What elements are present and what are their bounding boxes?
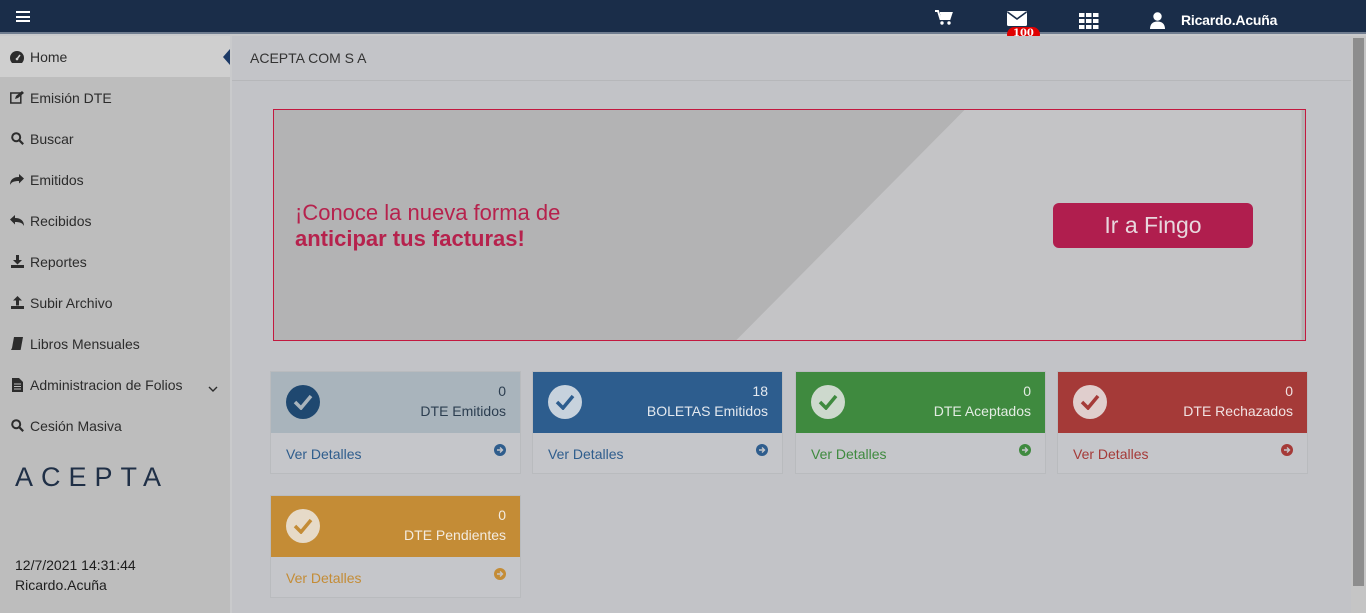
company-name: ACEPTA COM S A xyxy=(250,50,367,66)
card-footer[interactable]: Ver Detalles xyxy=(533,433,782,474)
top-navbar: 100 Ricardo.Acuña xyxy=(0,0,1366,42)
book-icon xyxy=(10,337,24,351)
sidebar-item-label: Buscar xyxy=(30,130,74,147)
card-footer[interactable]: Ver Detalles xyxy=(271,433,520,474)
search-icon xyxy=(10,419,24,433)
ver-detalles-link[interactable]: Ver Detalles xyxy=(1073,446,1148,462)
scrollbar-thumb[interactable] xyxy=(1353,38,1364,586)
sidebar-item-buscar[interactable]: Buscar xyxy=(0,118,230,159)
sidebar-item-label: Reportes xyxy=(30,253,87,270)
card-dte-aceptados: 0 DTE Aceptados Ver Detalles xyxy=(795,371,1046,474)
card-label: DTE Rechazados xyxy=(1183,403,1293,419)
file-icon xyxy=(10,377,24,392)
arrow-circle-right-icon[interactable] xyxy=(1281,444,1293,456)
user-icon[interactable] xyxy=(1150,12,1165,32)
sidebar-item-home[interactable]: Home xyxy=(0,36,230,77)
card-label: DTE Pendientes xyxy=(404,527,506,543)
card-header: 0 DTE Rechazados xyxy=(1058,372,1307,433)
sidebar-item-label: Subir Archivo xyxy=(30,294,113,311)
arrow-circle-right-icon[interactable] xyxy=(1019,444,1031,456)
card-count: 18 xyxy=(752,383,768,399)
card-label: BOLETAS Emitidos xyxy=(646,403,768,419)
company-header: ACEPTA COM S A xyxy=(232,36,1351,81)
vertical-scrollbar[interactable] xyxy=(1351,36,1366,613)
ver-detalles-link[interactable]: Ver Detalles xyxy=(548,446,623,462)
sidebar-item-emitidos[interactable]: Emitidos xyxy=(0,159,230,200)
dashboard-icon xyxy=(10,50,24,64)
card-count: 0 xyxy=(1285,383,1293,399)
sidebar: Home Emisión DTE Buscar Emitidos Recibid… xyxy=(0,36,230,613)
sidebar-item-label: Emisión DTE xyxy=(30,89,112,106)
sidebar-item-cesion-masiva[interactable]: Cesión Masiva xyxy=(0,405,230,446)
sidebar-item-recibidos[interactable]: Recibidos xyxy=(0,200,230,241)
card-dte-pendientes: 0 DTE Pendientes Ver Detalles xyxy=(270,495,521,598)
hamburger-icon[interactable] xyxy=(16,11,30,22)
card-header: 0 DTE Pendientes xyxy=(271,496,520,557)
check-circle-icon xyxy=(286,509,320,543)
sidebar-item-subir-archivo[interactable]: Subir Archivo xyxy=(0,282,230,323)
card-footer[interactable]: Ver Detalles xyxy=(271,557,520,598)
arrow-circle-right-icon[interactable] xyxy=(494,444,506,456)
upload-icon xyxy=(10,296,24,310)
ver-detalles-link[interactable]: Ver Detalles xyxy=(811,446,886,462)
card-label: DTE Emitidos xyxy=(420,403,506,419)
ir-a-fingo-button[interactable]: Ir a Fingo xyxy=(1053,203,1253,248)
edit-icon xyxy=(10,91,24,105)
fingo-banner: ¡Conoce la nueva forma de anticipar tus … xyxy=(273,109,1306,341)
user-menu[interactable]: Ricardo.Acuña xyxy=(1181,12,1277,28)
check-circle-icon xyxy=(286,385,320,419)
chevron-down-icon xyxy=(208,379,218,395)
sidebar-item-label: Libros Mensuales xyxy=(30,335,140,352)
sidebar-item-reportes[interactable]: Reportes xyxy=(0,241,230,282)
card-dte-emitidos: 0 DTE Emitidos Ver Detalles xyxy=(270,371,521,474)
banner-headline: ¡Conoce la nueva forma de anticipar tus … xyxy=(295,200,560,252)
banner-line2: anticipar tus facturas! xyxy=(295,226,525,251)
ver-detalles-link[interactable]: Ver Detalles xyxy=(286,446,361,462)
sidebar-item-label: Administracion de Folios xyxy=(30,376,183,393)
sidebar-item-label: Cesión Masiva xyxy=(30,417,122,434)
card-footer[interactable]: Ver Detalles xyxy=(796,433,1045,474)
session-user: Ricardo.Acuña xyxy=(15,577,107,593)
download-icon xyxy=(10,255,24,269)
search-icon xyxy=(10,132,24,146)
session-info: 12/7/2021 14:31:44 Ricardo.Acuña xyxy=(15,555,136,595)
sidebar-item-label: Home xyxy=(30,48,68,65)
card-boletas-emitidos: 18 BOLETAS Emitidos Ver Detalles xyxy=(532,371,783,474)
arrow-circle-right-icon[interactable] xyxy=(494,568,506,580)
sidebar-item-emision-dte[interactable]: Emisión DTE xyxy=(0,77,230,118)
check-circle-icon xyxy=(1073,385,1107,419)
sidebar-item-label: Recibidos xyxy=(30,212,92,229)
banner-line1: ¡Conoce la nueva forma de xyxy=(295,200,561,225)
card-header: 0 DTE Aceptados xyxy=(796,372,1045,433)
card-label: DTE Aceptados xyxy=(933,403,1031,419)
cart-icon[interactable] xyxy=(935,10,953,29)
card-footer[interactable]: Ver Detalles xyxy=(1058,433,1307,474)
card-count: 0 xyxy=(1023,383,1031,399)
check-circle-icon xyxy=(811,385,845,419)
card-dte-rechazados: 0 DTE Rechazados Ver Detalles xyxy=(1057,371,1308,474)
card-header: 0 DTE Emitidos xyxy=(271,372,520,433)
share-icon xyxy=(10,173,24,187)
sidebar-item-libros-mensuales[interactable]: Libros Mensuales xyxy=(0,323,230,364)
acepta-logo: ACEPTA xyxy=(15,462,170,492)
check-circle-icon xyxy=(548,385,582,419)
session-datetime: 12/7/2021 14:31:44 xyxy=(15,557,136,573)
active-indicator xyxy=(223,49,230,65)
reply-icon xyxy=(10,214,24,228)
arrow-circle-right-icon[interactable] xyxy=(756,444,768,456)
card-header: 18 BOLETAS Emitidos xyxy=(533,372,782,433)
ver-detalles-link[interactable]: Ver Detalles xyxy=(286,570,361,586)
sidebar-item-administracion-folios[interactable]: Administracion de Folios xyxy=(0,364,230,405)
card-count: 0 xyxy=(498,383,506,399)
card-count: 0 xyxy=(498,507,506,523)
sidebar-item-label: Emitidos xyxy=(30,171,84,188)
main-content: ACEPTA COM S A ¡Conoce la nueva forma de… xyxy=(232,36,1351,613)
grid-icon[interactable] xyxy=(1079,13,1099,32)
